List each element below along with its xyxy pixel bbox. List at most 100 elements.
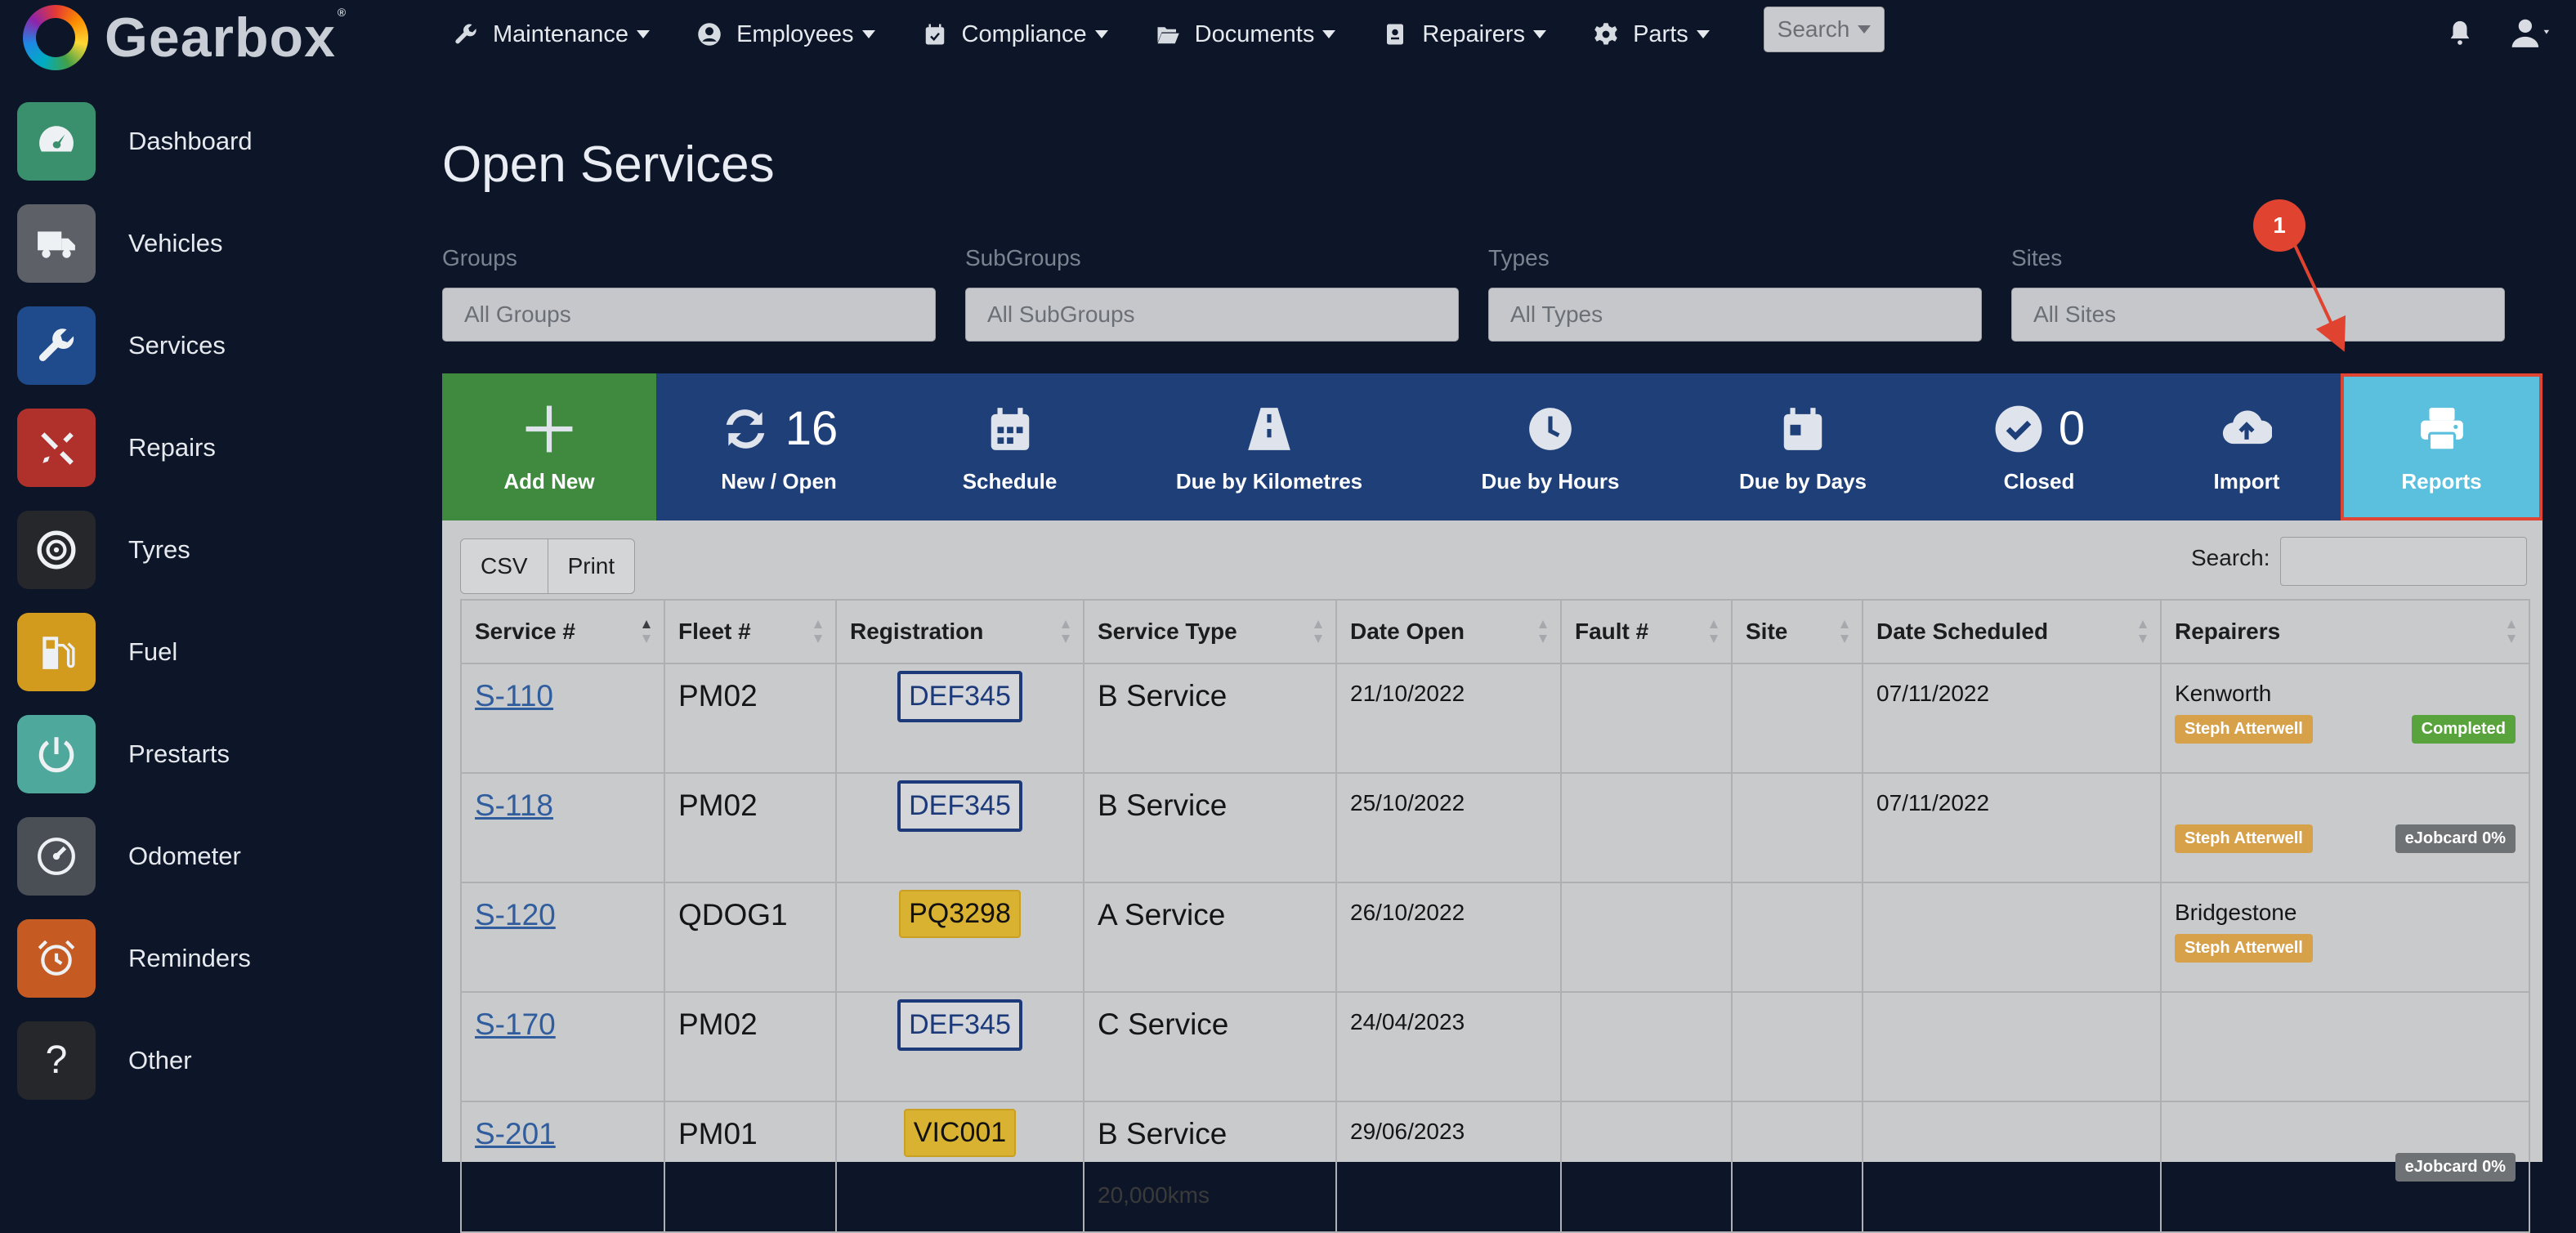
assignee-badge: Steph Atterwell	[2175, 824, 2313, 853]
nav-maintenance[interactable]: Maintenance	[454, 21, 651, 48]
service-link[interactable]: S-201	[475, 1117, 556, 1150]
service-link[interactable]: S-110	[475, 679, 553, 713]
cloud-upload-icon	[2222, 410, 2272, 444]
reports-button[interactable]: Reports	[2341, 373, 2542, 520]
column-header-fault[interactable]: Fault #	[1560, 599, 1733, 664]
site-cell	[1731, 991, 1863, 1102]
calendar-day-icon	[1783, 407, 1822, 450]
sidebar-item-tyres[interactable]: Tyres	[0, 498, 425, 601]
column-header-label: Date Open	[1350, 619, 1465, 644]
nav-parts[interactable]: Parts	[1594, 21, 1710, 48]
bell-icon[interactable]	[2446, 18, 2474, 47]
date-scheduled-cell	[1862, 882, 2162, 993]
registration-cell: DEF345	[835, 991, 1085, 1102]
filter-label: SubGroups	[965, 245, 1081, 270]
brand-logo[interactable]: Gearbox ®	[23, 5, 347, 70]
sidebar-item-prestarts[interactable]: Prestarts	[0, 703, 425, 805]
alarm-clock-icon	[38, 940, 75, 976]
caret-down-icon	[861, 30, 875, 38]
check-circle-icon	[1995, 405, 2042, 452]
registration-plate[interactable]: DEF345	[897, 671, 1022, 722]
column-header-date-open[interactable]: Date Open	[1335, 599, 1562, 664]
nav-label: Employees	[736, 20, 854, 47]
fleet-cell: PM02	[664, 772, 837, 883]
table-search-label: Search:	[2191, 545, 2270, 570]
repairers-cell: Bridgestone Steph Atterwell	[2160, 882, 2530, 993]
nav-repairers[interactable]: Repairers	[1383, 21, 1547, 48]
sidebar-item-odometer[interactable]: Odometer	[0, 805, 425, 907]
registration-cell: VIC001	[835, 1101, 1085, 1233]
column-header-repairers[interactable]: Repairers	[2160, 599, 2530, 664]
sort-icon	[1710, 620, 1718, 643]
registration-plate[interactable]: DEF345	[897, 999, 1022, 1051]
due-by-hours-button[interactable]: Due by Hours	[1420, 373, 1680, 520]
new-open-count: 16	[785, 402, 839, 455]
table-header-row: Service # Fleet # Registration Service T…	[460, 599, 2530, 664]
table-row: S-120 QDOG1 PQ3298 A Service 26/10/2022 …	[460, 882, 2530, 993]
column-header-service[interactable]: Service #	[460, 599, 665, 664]
types-select[interactable]: All Types	[1488, 288, 1982, 342]
column-header-fleet[interactable]: Fleet #	[664, 599, 837, 664]
column-header-label: Service Type	[1098, 619, 1237, 644]
sidebar-item-other[interactable]: ? Other	[0, 1009, 425, 1111]
sidebar-icon-box	[17, 816, 96, 896]
import-button[interactable]: Import	[2153, 373, 2341, 520]
groups-select[interactable]: All Groups	[442, 288, 936, 342]
table-row: S-201 PM01 VIC001 B Service 20,000kms 29…	[460, 1101, 2530, 1233]
tool-label: Add New	[503, 468, 595, 494]
due-by-days-button[interactable]: Due by Days	[1680, 373, 1925, 520]
site-cell	[1731, 772, 1863, 883]
sidebar-icon-box	[17, 101, 96, 181]
nav-compliance[interactable]: Compliance	[923, 21, 1108, 48]
table-search-input[interactable]	[2280, 537, 2527, 586]
user-menu-icon[interactable]	[2511, 16, 2553, 49]
sidebar-item-vehicles[interactable]: Vehicles	[0, 192, 425, 294]
service-link[interactable]: S-120	[475, 898, 556, 931]
sidebar-icon-box	[17, 918, 96, 998]
sidebar-icon-box	[17, 203, 96, 283]
caret-down-icon	[1858, 25, 1872, 34]
sidebar-item-services[interactable]: Services	[0, 294, 425, 396]
service-link[interactable]: S-118	[475, 788, 553, 822]
sites-select[interactable]: All Sites	[2011, 288, 2505, 342]
schedule-button[interactable]: Schedule	[901, 373, 1118, 520]
csv-button[interactable]: CSV	[460, 538, 548, 594]
tools-icon	[41, 431, 74, 465]
column-header-site[interactable]: Site	[1731, 599, 1863, 664]
new-open-button[interactable]: 16 New / Open	[656, 373, 901, 520]
site-cell	[1731, 882, 1863, 993]
service-link[interactable]: S-170	[475, 1007, 556, 1041]
tool-label: Due by Days	[1738, 468, 1867, 494]
service-cell: S-118	[460, 772, 665, 883]
closed-button[interactable]: 0 Closed	[1925, 373, 2153, 520]
fuel-pump-icon	[42, 636, 75, 669]
repairers-cell: Steph Atterwell eJobcard 0%	[2160, 772, 2530, 883]
column-header-service-type[interactable]: Service Type	[1083, 599, 1337, 664]
registration-plate[interactable]: PQ3298	[899, 890, 1021, 938]
subgroups-select[interactable]: All SubGroups	[965, 288, 1459, 342]
sidebar-label: Reminders	[128, 943, 251, 972]
sidebar-item-fuel[interactable]: Fuel	[0, 601, 425, 703]
plus-icon	[525, 405, 573, 452]
due-by-kilometres-button[interactable]: Due by Kilometres	[1118, 373, 1420, 520]
sidebar-item-reminders[interactable]: Reminders	[0, 907, 425, 1009]
registration-plate[interactable]: VIC001	[903, 1109, 1017, 1157]
nav-documents[interactable]: Documents	[1156, 21, 1336, 48]
status-badge: Completed	[2411, 715, 2516, 744]
registration-plate[interactable]: DEF345	[897, 780, 1022, 832]
sidebar-item-repairs[interactable]: Repairs	[0, 396, 425, 498]
closed-count: 0	[2058, 402, 2086, 455]
add-new-button[interactable]: Add New	[442, 373, 656, 520]
clock-icon	[1529, 407, 1572, 450]
nav-employees[interactable]: Employees	[697, 20, 875, 48]
sidebar-item-dashboard[interactable]: Dashboard	[0, 90, 425, 192]
column-header-date-scheduled[interactable]: Date Scheduled	[1862, 599, 2162, 664]
caret-down-icon	[1696, 30, 1710, 38]
service-cell: S-120	[460, 882, 665, 993]
print-button[interactable]: Print	[548, 538, 636, 594]
tool-label: Due by Kilometres	[1175, 468, 1363, 494]
date-open-cell: 24/04/2023	[1335, 991, 1562, 1102]
column-header-registration[interactable]: Registration	[835, 599, 1085, 664]
services-table: Service # Fleet # Registration Service T…	[460, 599, 2530, 1233]
global-search-button[interactable]: Search	[1764, 7, 1885, 52]
